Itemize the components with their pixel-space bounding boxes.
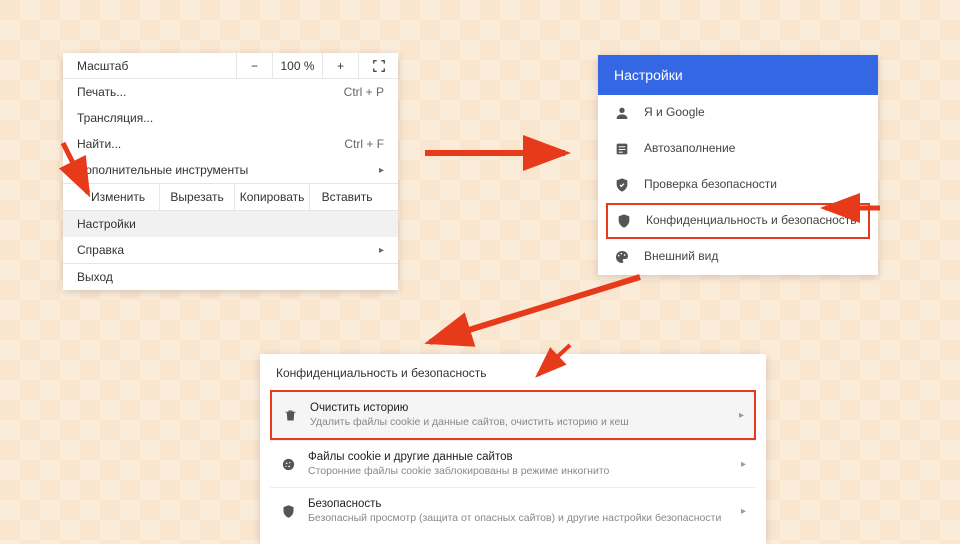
sidebar-item-label: Проверка безопасности: [644, 177, 777, 193]
privacy-item-title: Безопасность: [308, 498, 729, 510]
privacy-cookies[interactable]: Файлы cookie и другие данные сайтов Стор…: [270, 440, 756, 487]
menu-zoom-label: Масштаб: [77, 59, 128, 73]
privacy-section: Конфиденциальность и безопасность Очисти…: [260, 354, 766, 544]
privacy-item-title: Файлы cookie и другие данные сайтов: [308, 451, 729, 463]
chevron-right-icon: ▸: [741, 459, 746, 470]
menu-settings-label: Настройки: [77, 217, 136, 231]
menu-help-chevron-icon: ▸: [379, 245, 384, 256]
privacy-item-title: Очистить историю: [310, 402, 727, 414]
sidebar-item-appearance[interactable]: Внешний вид: [598, 239, 878, 275]
zoom-controls: − 100 % +: [236, 53, 398, 79]
menu-cast-label: Трансляция...: [77, 111, 153, 125]
chevron-right-icon: ▸: [741, 506, 746, 517]
menu-exit-label: Выход: [77, 270, 113, 284]
sidebar-item-label: Конфиденциальность и безопасность: [646, 213, 857, 229]
guide-arrow-2: [420, 272, 650, 352]
sidebar-item-autofill[interactable]: Автозаполнение: [598, 131, 878, 167]
guide-arrow-1: [425, 138, 575, 168]
menu-help[interactable]: Справка ▸: [63, 237, 398, 263]
menu-settings[interactable]: Настройки: [63, 211, 398, 237]
menu-help-label: Справка: [77, 243, 124, 257]
sidebar-item-label: Я и Google: [644, 105, 705, 121]
person-icon: [614, 105, 630, 121]
menu-exit[interactable]: Выход: [63, 264, 398, 290]
menu-print-shortcut: Ctrl + P: [344, 85, 384, 99]
privacy-item-subtitle: Удалить файлы cookie и данные сайтов, оч…: [310, 416, 727, 428]
zoom-plus-button[interactable]: +: [322, 53, 358, 79]
chrome-menu: Масштаб − 100 % + Печать... Ctrl + P Тра…: [63, 53, 398, 290]
chevron-right-icon: ▸: [739, 410, 744, 421]
fullscreen-icon: [372, 59, 386, 73]
privacy-section-title: Конфиденциальность и безопасность: [260, 354, 766, 390]
menu-edit-paste[interactable]: Вставить: [309, 184, 384, 210]
privacy-security[interactable]: Безопасность Безопасный просмотр (защита…: [270, 487, 756, 534]
shield-check-icon: [614, 177, 630, 193]
menu-zoom-row: Масштаб − 100 % +: [63, 53, 398, 79]
fullscreen-button[interactable]: [358, 53, 398, 79]
trash-icon: [282, 407, 298, 423]
sidebar-item-label: Внешний вид: [644, 249, 718, 265]
menu-find-shortcut: Ctrl + F: [344, 137, 384, 151]
menu-cast[interactable]: Трансляция...: [63, 105, 398, 131]
shield-icon: [280, 503, 296, 519]
settings-sidebar: Настройки Я и Google Автозаполнение Пров…: [598, 55, 878, 275]
sidebar-item-label: Автозаполнение: [644, 141, 735, 157]
menu-edit-row: Изменить Вырезать Копировать Вставить: [63, 184, 398, 210]
privacy-item-subtitle: Сторонние файлы cookie заблокированы в р…: [308, 465, 729, 477]
menu-find[interactable]: Найти... Ctrl + F: [63, 131, 398, 157]
autofill-icon: [614, 141, 630, 157]
menu-tools-chevron-icon: ▸: [379, 165, 384, 176]
menu-print[interactable]: Печать... Ctrl + P: [63, 79, 398, 105]
shield-icon: [616, 213, 632, 229]
zoom-value: 100 %: [272, 53, 322, 79]
privacy-item-subtitle: Безопасный просмотр (защита от опасных с…: [308, 512, 729, 524]
sidebar-item-safety-check[interactable]: Проверка безопасности: [598, 167, 878, 203]
menu-tools-label: Дополнительные инструменты: [77, 163, 248, 177]
menu-edit-label: Изменить: [77, 190, 159, 204]
menu-edit-copy[interactable]: Копировать: [234, 184, 309, 210]
zoom-minus-button[interactable]: −: [236, 53, 272, 79]
palette-icon: [614, 249, 630, 265]
menu-find-label: Найти...: [77, 137, 121, 151]
privacy-clear-history[interactable]: Очистить историю Удалить файлы cookie и …: [270, 390, 756, 440]
cookie-icon: [280, 456, 296, 472]
sidebar-item-you-and-google[interactable]: Я и Google: [598, 95, 878, 131]
sidebar-item-privacy[interactable]: Конфиденциальность и безопасность: [606, 203, 870, 239]
settings-header: Настройки: [598, 55, 878, 95]
menu-tools[interactable]: Дополнительные инструменты ▸: [63, 157, 398, 183]
menu-print-label: Печать...: [77, 85, 126, 99]
menu-edit-cut[interactable]: Вырезать: [159, 184, 234, 210]
